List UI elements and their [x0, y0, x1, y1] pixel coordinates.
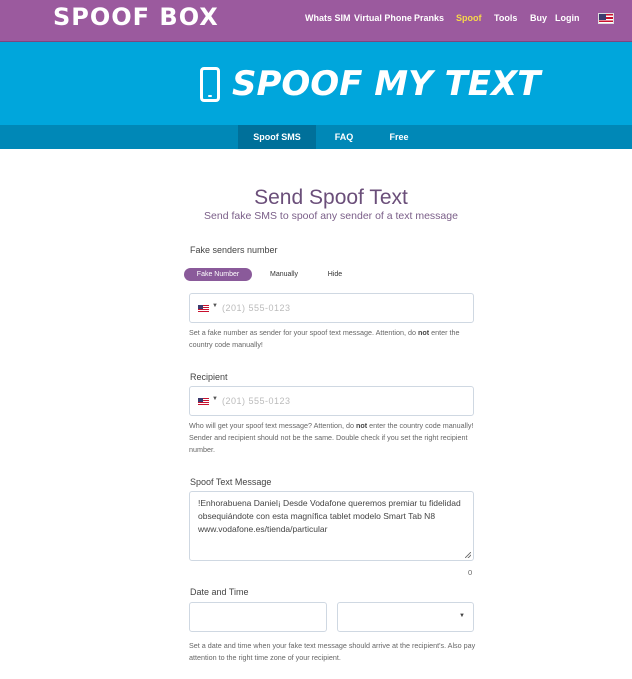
tab-faq[interactable]: FAQ	[322, 125, 366, 149]
nav-item-whats-sim[interactable]: Whats SIM	[305, 13, 351, 23]
page-subtitle: Send fake SMS to spoof any sender of a t…	[204, 210, 458, 222]
sender-number-input[interactable]: ▼ (201) 555-0123	[189, 293, 474, 323]
option-hide[interactable]: Hide	[320, 268, 350, 281]
tab-free[interactable]: Free	[378, 125, 420, 149]
recipient-help-text: Who will get your spoof text message? At…	[189, 421, 474, 454]
recipient-number-input[interactable]: ▼ (201) 555-0123	[189, 386, 474, 416]
message-textarea[interactable]: !Enhorabuena Daniel¡ Desde Vodafone quer…	[189, 491, 474, 561]
option-fake-number[interactable]: Fake Number	[184, 268, 252, 281]
date-input[interactable]	[189, 602, 327, 632]
us-flag-icon[interactable]	[598, 13, 614, 24]
nav-item-login[interactable]: Login	[555, 13, 580, 23]
resize-handle-icon[interactable]	[465, 552, 471, 558]
option-manually[interactable]: Manually	[262, 268, 306, 281]
phone-icon	[200, 67, 220, 102]
page-title: Send Spoof Text	[254, 186, 408, 209]
recipient-label: Recipient	[190, 372, 228, 382]
char-counter: 0	[468, 568, 473, 577]
chevron-down-icon[interactable]: ▼	[459, 613, 465, 619]
datetime-label: Date and Time	[190, 587, 249, 597]
message-text: !Enhorabuena Daniel¡ Desde Vodafone quer…	[198, 498, 461, 534]
us-flag-icon[interactable]	[198, 305, 209, 312]
time-select[interactable]: ▼	[337, 602, 474, 632]
nav-item-pranks[interactable]: Pranks	[414, 13, 444, 23]
sub-navbar: Spoof SMS FAQ Free	[0, 125, 632, 149]
us-flag-icon[interactable]	[198, 398, 209, 405]
recipient-number-placeholder: (201) 555-0123	[222, 396, 291, 406]
nav-item-buy[interactable]: Buy	[530, 13, 547, 23]
hero-banner: SPOOF MY TEXT	[0, 42, 632, 125]
datetime-help-text: Set a date and time when your fake text …	[189, 641, 476, 662]
nav-item-spoof[interactable]: Spoof	[456, 13, 482, 23]
sender-number-placeholder: (201) 555-0123	[222, 303, 291, 313]
chevron-down-icon[interactable]: ▼	[212, 396, 218, 402]
sender-help-text: Set a fake number as sender for your spo…	[189, 328, 460, 349]
message-label: Spoof Text Message	[190, 477, 272, 487]
nav-item-virtual-phone[interactable]: Virtual Phone	[354, 13, 412, 23]
top-navbar: SPOOF BOX Whats SIM Virtual Phone Pranks…	[0, 0, 632, 42]
sender-label: Fake senders number	[190, 245, 278, 255]
nav-item-tools[interactable]: Tools	[494, 13, 517, 23]
hero-title: SPOOF MY TEXT	[232, 64, 541, 104]
site-logo[interactable]: SPOOF BOX	[53, 3, 219, 31]
chevron-down-icon[interactable]: ▼	[212, 303, 218, 309]
tab-spoof-sms[interactable]: Spoof SMS	[238, 125, 316, 149]
